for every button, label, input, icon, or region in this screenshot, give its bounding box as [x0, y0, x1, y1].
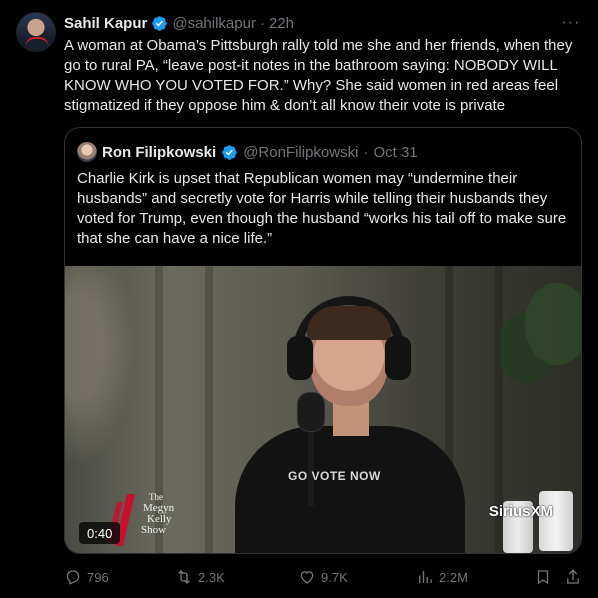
share-icon — [567, 569, 579, 584]
reply-icon — [66, 570, 80, 585]
siriusxm-logo: SiriusXM — [488, 503, 553, 520]
verified-badge-icon — [222, 144, 237, 160]
video-person-hair — [307, 306, 391, 340]
action-bar: 796 2.3K 9.7K 2.2M — [64, 566, 584, 588]
video-player[interactable]: GO VOTE NOW SiriusXM The Megyn Kelly Sho… — [65, 266, 581, 553]
separator-dot: · — [363, 143, 369, 161]
timestamp[interactable]: 22h — [269, 15, 294, 32]
quoted-author-name[interactable]: Ron Filipkowski — [102, 144, 216, 161]
retweet-count: 2.3K — [198, 569, 225, 585]
quoted-tweet[interactable]: Ron Filipkowski @RonFilipkowski · Oct 31… — [64, 127, 582, 554]
video-person-shirt — [235, 426, 465, 553]
like-icon — [300, 571, 314, 584]
avatar[interactable] — [16, 12, 56, 52]
video-duration-badge: 0:40 — [79, 522, 121, 544]
headphone-left — [287, 336, 313, 380]
quoted-tweet-text: Charlie Kirk is upset that Republican wo… — [77, 170, 567, 247]
retweet-button[interactable]: 2.3K — [175, 566, 225, 588]
views-count: 2.2M — [439, 569, 468, 585]
cup-graphic — [539, 491, 573, 551]
share-button[interactable] — [564, 566, 582, 588]
reply-count: 796 — [87, 569, 109, 585]
bookmark-icon — [537, 570, 549, 585]
like-count: 9.7K — [321, 569, 348, 585]
quoted-author-handle[interactable]: @RonFilipkowski — [243, 144, 358, 161]
author-name[interactable]: Sahil Kapur — [64, 15, 147, 32]
microphone-stand — [308, 426, 314, 506]
quoted-tweet-header: Ron Filipkowski @RonFilipkowski · Oct 31 — [77, 142, 418, 162]
logo-line: Show — [141, 524, 167, 536]
microphone-icon — [297, 392, 325, 432]
more-icon[interactable]: ··· — [560, 12, 582, 34]
separator-dot: · — [259, 14, 265, 32]
tweet-text: A woman at Obama’s Pittsburgh rally told… — [64, 37, 573, 114]
like-button[interactable]: 9.7K — [298, 566, 348, 588]
retweet-icon — [178, 570, 190, 584]
shirt-print: GO VOTE NOW — [288, 469, 381, 483]
views-button[interactable]: 2.2M — [416, 566, 468, 588]
reply-button[interactable]: 796 — [64, 566, 109, 588]
video-background-lamp — [65, 266, 135, 466]
author-handle[interactable]: @sahilkapur — [172, 15, 256, 32]
tweet[interactable]: Sahil Kapur @sahilkapur · 22h ··· A woma… — [0, 0, 598, 598]
logo-text: The Megyn Kelly Show — [141, 492, 174, 536]
views-icon — [419, 571, 432, 583]
verified-badge-icon — [152, 15, 168, 31]
quoted-avatar[interactable] — [77, 142, 97, 162]
tweet-header: Sahil Kapur @sahilkapur · 22h — [64, 13, 294, 33]
bookmark-button[interactable] — [534, 566, 552, 588]
quoted-date[interactable]: Oct 31 — [373, 144, 417, 161]
headphone-right — [385, 336, 411, 380]
video-background-plant — [501, 276, 581, 396]
